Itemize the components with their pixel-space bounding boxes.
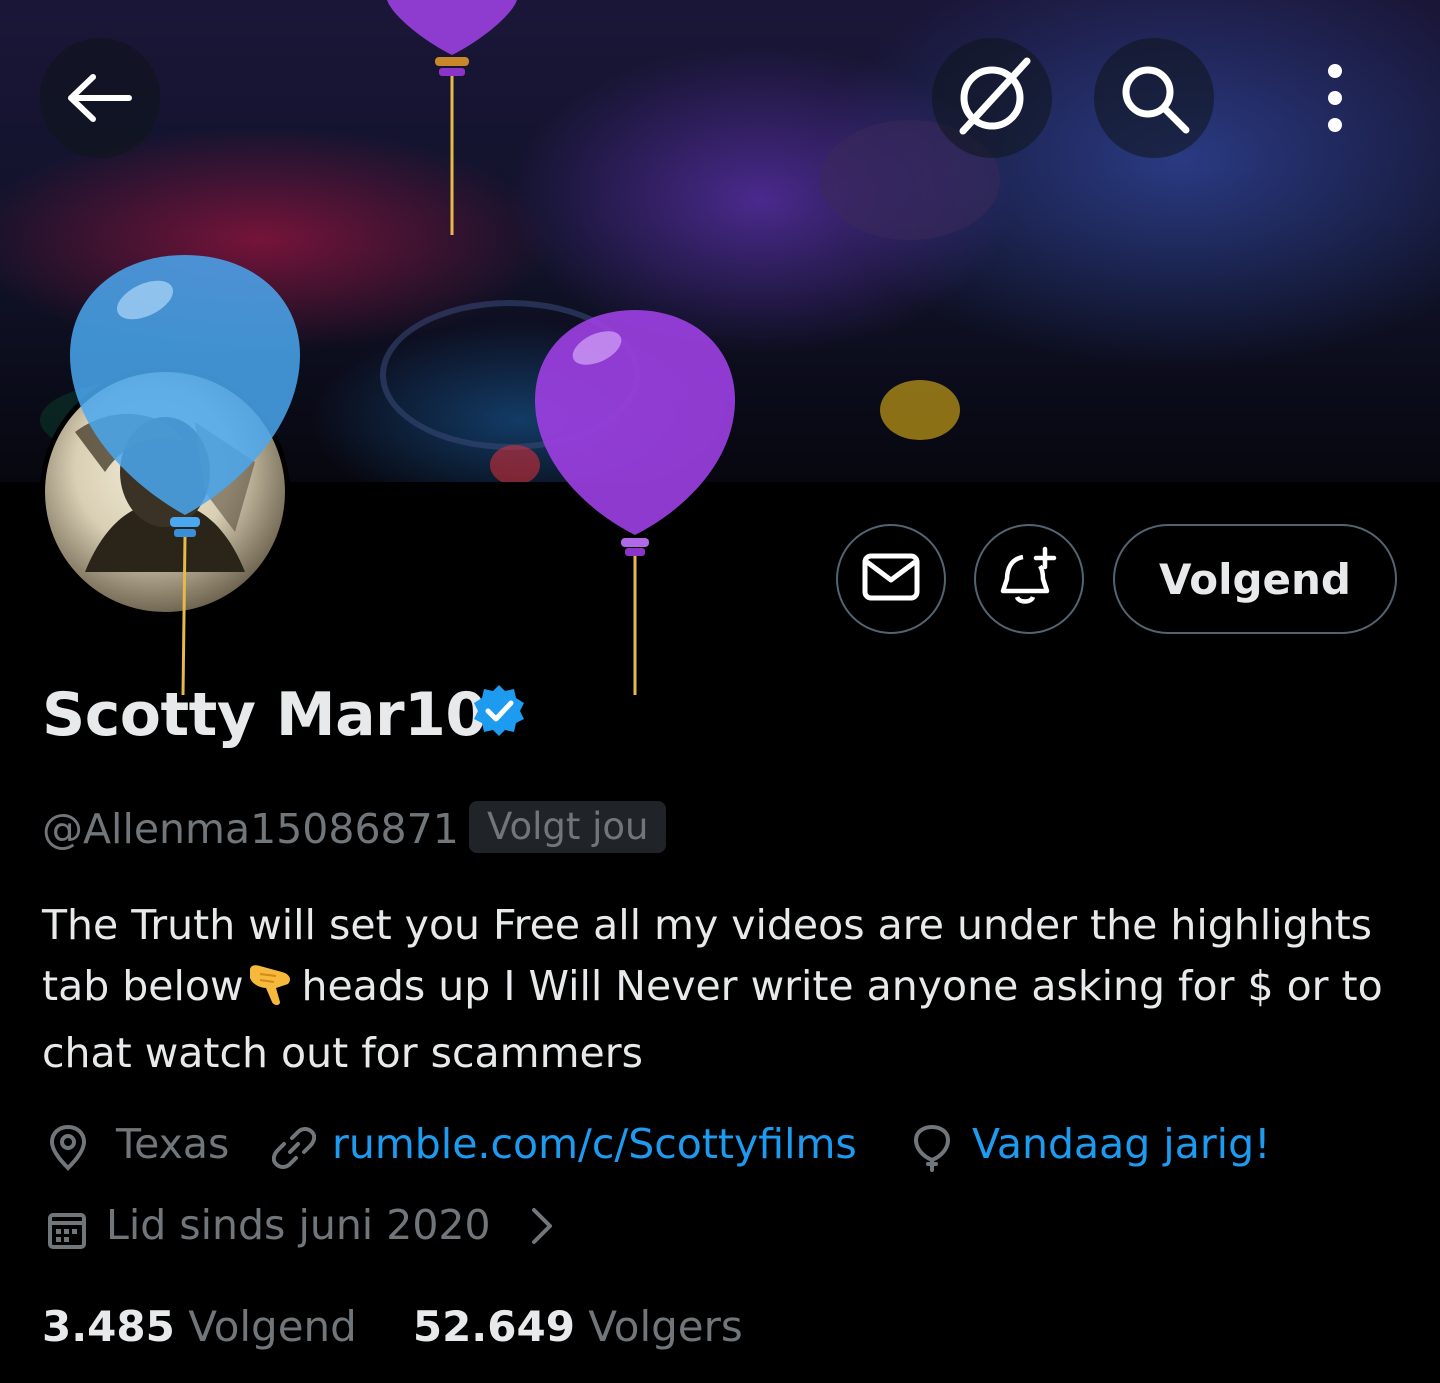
profile-bio: The Truth will set you Free all my video… xyxy=(42,895,1402,1084)
website-link[interactable]: rumble.com/c/Scottyfilms xyxy=(332,1120,857,1168)
grok-button[interactable] xyxy=(932,38,1052,158)
follow-stats: 3.485 Volgend 52.649 Volgers xyxy=(42,1302,743,1351)
follows-you-badge: Volgt jou xyxy=(469,801,667,853)
birthday: Vandaag jarig! xyxy=(912,1120,1271,1172)
birthday-balloon xyxy=(387,0,517,244)
envelope-icon xyxy=(861,552,921,606)
joined-date[interactable]: Lid sinds juni 2020 xyxy=(42,1201,552,1249)
display-name: Scotty Mar10 xyxy=(42,680,487,750)
more-button[interactable] xyxy=(1275,38,1395,158)
calendar-icon xyxy=(48,1213,86,1249)
grok-icon xyxy=(947,53,1037,143)
back-button[interactable] xyxy=(40,38,160,158)
chevron-right-icon xyxy=(531,1208,552,1244)
followers-stat[interactable]: 52.649 Volgers xyxy=(413,1302,743,1351)
joined-text: Lid sinds juni 2020 xyxy=(106,1201,491,1249)
search-icon xyxy=(1116,60,1192,136)
pointing-down-emoji-icon xyxy=(246,962,296,1023)
followers-count: 52.649 xyxy=(412,1302,575,1351)
birthday-balloon xyxy=(535,310,735,704)
arrow-left-icon xyxy=(67,73,133,123)
bio-text: heads up I Will Never write anyone askin… xyxy=(301,962,1383,1010)
birthday-balloon xyxy=(70,255,300,699)
link-icon xyxy=(272,1127,316,1169)
bio-line: chat watch out for scammers xyxy=(42,1029,643,1077)
bio-line: The Truth will set you Free all my video… xyxy=(42,901,1373,949)
bio-text: tab below xyxy=(42,962,244,1010)
location: Texas xyxy=(42,1120,230,1171)
balloon-icon xyxy=(913,1124,951,1172)
website[interactable]: rumble.com/c/Scottyfilms xyxy=(270,1120,857,1169)
location-pin-icon xyxy=(49,1124,87,1171)
banner-decoration xyxy=(490,445,540,482)
user-handle: @Allenma15086871 xyxy=(42,805,459,853)
bio-line: tab below heads up I Will Never write any… xyxy=(42,956,1402,1023)
following-stat[interactable]: 3.485 Volgend xyxy=(42,1302,357,1351)
followers-label: Volgers xyxy=(588,1302,743,1351)
banner-decoration xyxy=(880,380,960,440)
verified-badge-icon[interactable] xyxy=(472,683,526,741)
notifications-button[interactable] xyxy=(974,524,1084,634)
message-button[interactable] xyxy=(836,524,946,634)
location-text: Texas xyxy=(116,1120,230,1168)
following-label: Volgend xyxy=(188,1302,357,1351)
search-button[interactable] xyxy=(1094,38,1214,158)
more-vertical-icon xyxy=(1325,63,1345,133)
birthday-text: Vandaag jarig! xyxy=(972,1120,1271,1168)
following-count: 3.485 xyxy=(42,1302,175,1351)
following-button[interactable]: Volgend xyxy=(1113,524,1397,634)
bell-plus-icon xyxy=(997,545,1061,613)
